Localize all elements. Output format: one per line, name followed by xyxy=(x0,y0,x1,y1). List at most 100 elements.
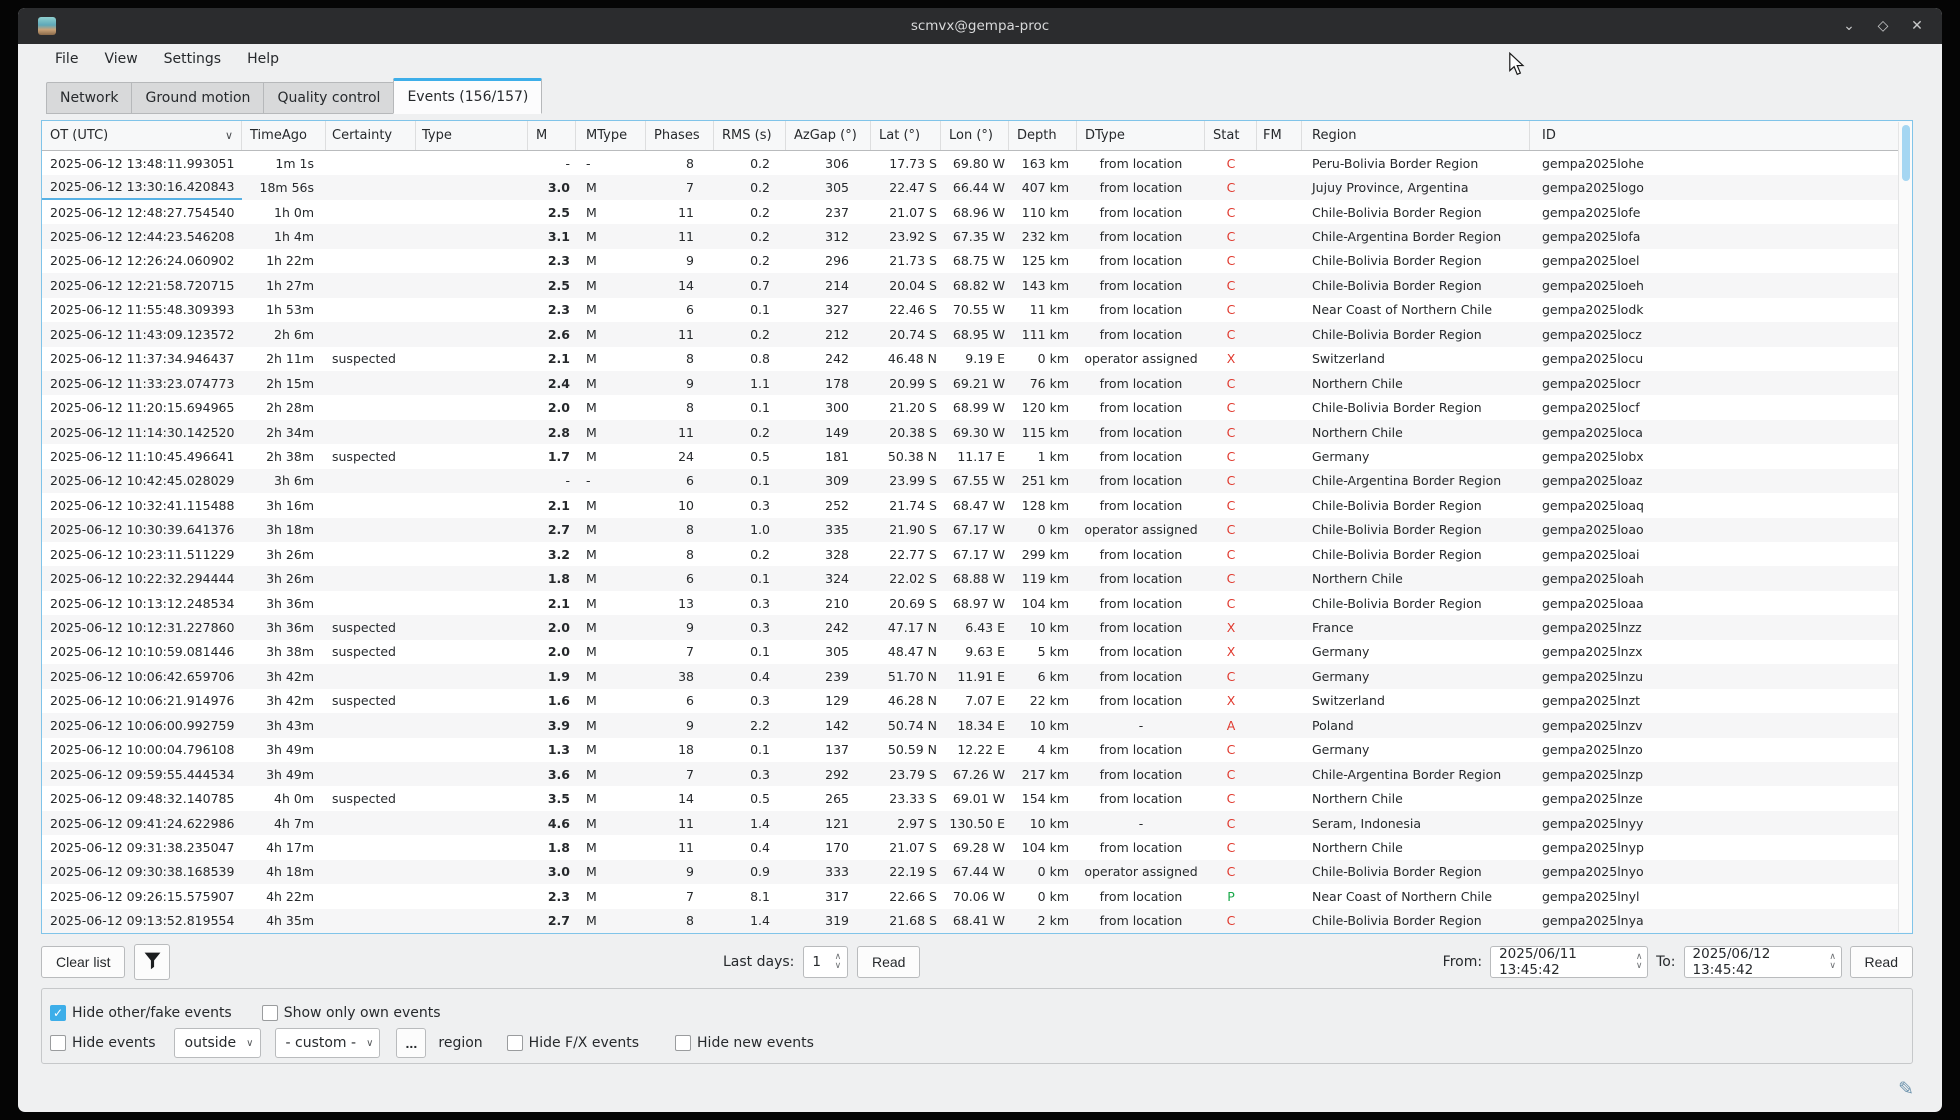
cell-dep[interactable]: 4 km xyxy=(1009,738,1077,762)
cell-fm[interactable] xyxy=(1257,151,1302,175)
cell-region[interactable]: Northern Chile xyxy=(1302,835,1530,859)
cell-id[interactable]: gempa2025lnzv xyxy=(1530,713,1912,737)
cell-stat[interactable]: C xyxy=(1205,860,1257,884)
cell-ago[interactable]: 3h 43m xyxy=(242,713,326,737)
cell-gap[interactable]: 239 xyxy=(786,664,871,688)
cell-dtype[interactable]: from location xyxy=(1077,224,1205,248)
cell-fm[interactable] xyxy=(1257,395,1302,419)
cell-rms[interactable]: 1.1 xyxy=(714,371,786,395)
cell-gap[interactable]: 210 xyxy=(786,591,871,615)
cell-dep[interactable]: 128 km xyxy=(1009,493,1077,517)
cell-ago[interactable]: 3h 36m xyxy=(242,615,326,639)
cell-region[interactable]: Chile-Bolivia Border Region xyxy=(1302,273,1530,297)
cell-mtype[interactable]: M xyxy=(576,249,646,273)
cell-ago[interactable]: 2h 38m xyxy=(242,444,326,468)
cell-id[interactable]: gempa2025lnzt xyxy=(1530,689,1912,713)
cell-ago[interactable]: 2h 11m xyxy=(242,347,326,371)
cell-cert[interactable] xyxy=(326,322,416,346)
shade-icon[interactable]: ⌄ xyxy=(1840,18,1858,34)
cell-fm[interactable] xyxy=(1257,713,1302,737)
table-row[interactable]: 2025-06-12 10:10:59.0814463h 38msuspecte… xyxy=(42,640,1912,664)
cell-stat[interactable]: C xyxy=(1205,542,1257,566)
table-row[interactable]: 2025-06-12 09:13:52.8195544h 35m2.7M81.4… xyxy=(42,909,1912,933)
cell-ago[interactable]: 4h 35m xyxy=(242,909,326,933)
cell-id[interactable]: gempa2025loeh xyxy=(1530,273,1912,297)
cell-m[interactable]: 1.6 xyxy=(528,689,576,713)
cell-cert[interactable] xyxy=(326,469,416,493)
cell-cert[interactable] xyxy=(326,542,416,566)
cell-id[interactable]: gempa2025loaz xyxy=(1530,469,1912,493)
cell-rms[interactable]: 0.2 xyxy=(714,175,786,199)
cell-ot[interactable]: 2025-06-12 12:21:58.720715 xyxy=(42,273,242,297)
cell-m[interactable]: 2.7 xyxy=(528,909,576,933)
cell-lon[interactable]: 70.06 W xyxy=(941,884,1009,908)
cell-ago[interactable]: 3h 38m xyxy=(242,640,326,664)
cell-lon[interactable]: 70.55 W xyxy=(941,298,1009,322)
cell-ph[interactable]: 6 xyxy=(646,298,714,322)
cell-id[interactable]: gempa2025lnzo xyxy=(1530,738,1912,762)
cell-dep[interactable]: 104 km xyxy=(1009,835,1077,859)
cell-region[interactable]: Northern Chile xyxy=(1302,371,1530,395)
cell-region[interactable]: Chile-Bolivia Border Region xyxy=(1302,322,1530,346)
table-row[interactable]: 2025-06-12 12:44:23.5462081h 4m3.1M110.2… xyxy=(42,224,1912,248)
cell-m[interactable]: 2.0 xyxy=(528,615,576,639)
cell-dtype[interactable]: from location xyxy=(1077,615,1205,639)
cell-ph[interactable]: 6 xyxy=(646,566,714,590)
cell-dep[interactable]: 299 km xyxy=(1009,542,1077,566)
cell-fm[interactable] xyxy=(1257,347,1302,371)
cell-id[interactable]: gempa2025lofe xyxy=(1530,200,1912,224)
cell-ph[interactable]: 8 xyxy=(646,518,714,542)
cell-region[interactable]: Switzerland xyxy=(1302,689,1530,713)
cell-ago[interactable]: 1h 22m xyxy=(242,249,326,273)
cell-type[interactable] xyxy=(416,566,528,590)
cell-stat[interactable]: C xyxy=(1205,738,1257,762)
cell-lat[interactable]: 20.69 S xyxy=(871,591,941,615)
cell-id[interactable]: gempa2025loca xyxy=(1530,420,1912,444)
cell-type[interactable] xyxy=(416,347,528,371)
cell-mtype[interactable]: M xyxy=(576,175,646,199)
cell-lat[interactable]: 22.46 S xyxy=(871,298,941,322)
cell-dtype[interactable]: from location xyxy=(1077,835,1205,859)
cell-lat[interactable]: 23.79 S xyxy=(871,762,941,786)
cell-ot[interactable]: 2025-06-12 11:33:23.074773 xyxy=(42,371,242,395)
cell-ot[interactable]: 2025-06-12 10:06:21.914976 xyxy=(42,689,242,713)
cell-cert[interactable]: suspected xyxy=(326,786,416,810)
cell-lon[interactable]: 68.95 W xyxy=(941,322,1009,346)
cell-dtype[interactable]: from location xyxy=(1077,640,1205,664)
table-row[interactable]: 2025-06-12 10:13:12.2485343h 36m2.1M130.… xyxy=(42,591,1912,615)
cell-id[interactable]: gempa2025lnyp xyxy=(1530,835,1912,859)
cell-m[interactable]: 1.8 xyxy=(528,566,576,590)
cell-ph[interactable]: 13 xyxy=(646,591,714,615)
cell-rms[interactable]: 2.2 xyxy=(714,713,786,737)
cell-ot[interactable]: 2025-06-12 10:23:11.511229 xyxy=(42,542,242,566)
cell-m[interactable]: 2.4 xyxy=(528,371,576,395)
hide-other-fake-label[interactable]: Hide other/fake events xyxy=(72,1005,232,1021)
cell-ot[interactable]: 2025-06-12 11:20:15.694965 xyxy=(42,395,242,419)
cell-lat[interactable]: 46.48 N xyxy=(871,347,941,371)
spinner-arrows-icon[interactable]: ∧∨ xyxy=(829,947,847,977)
cell-mtype[interactable]: M xyxy=(576,200,646,224)
table-row[interactable]: 2025-06-12 11:33:23.0747732h 15m2.4M91.1… xyxy=(42,371,1912,395)
cell-ph[interactable]: 11 xyxy=(646,224,714,248)
cell-ot[interactable]: 2025-06-12 12:44:23.546208 xyxy=(42,224,242,248)
table-row[interactable]: 2025-06-12 10:06:00.9927593h 43m3.9M92.2… xyxy=(42,713,1912,737)
show-only-own-label[interactable]: Show only own events xyxy=(284,1005,441,1021)
cell-rms[interactable]: 1.0 xyxy=(714,518,786,542)
cell-dtype[interactable]: from location xyxy=(1077,786,1205,810)
hide-events-checkbox[interactable] xyxy=(50,1035,66,1051)
cell-ot[interactable]: 2025-06-12 10:30:39.641376 xyxy=(42,518,242,542)
cell-lat[interactable]: 22.77 S xyxy=(871,542,941,566)
cell-stat[interactable]: C xyxy=(1205,811,1257,835)
cell-fm[interactable] xyxy=(1257,860,1302,884)
cell-ot[interactable]: 2025-06-12 09:30:38.168539 xyxy=(42,860,242,884)
cell-fm[interactable] xyxy=(1257,469,1302,493)
cell-m[interactable]: - xyxy=(528,469,576,493)
cell-stat[interactable]: C xyxy=(1205,224,1257,248)
cell-region[interactable]: Northern Chile xyxy=(1302,420,1530,444)
cell-fm[interactable] xyxy=(1257,591,1302,615)
cell-cert[interactable] xyxy=(326,518,416,542)
cell-stat[interactable]: C xyxy=(1205,469,1257,493)
cell-id[interactable]: gempa2025lnzx xyxy=(1530,640,1912,664)
cell-id[interactable]: gempa2025lnzz xyxy=(1530,615,1912,639)
cell-dtype[interactable]: from location xyxy=(1077,542,1205,566)
